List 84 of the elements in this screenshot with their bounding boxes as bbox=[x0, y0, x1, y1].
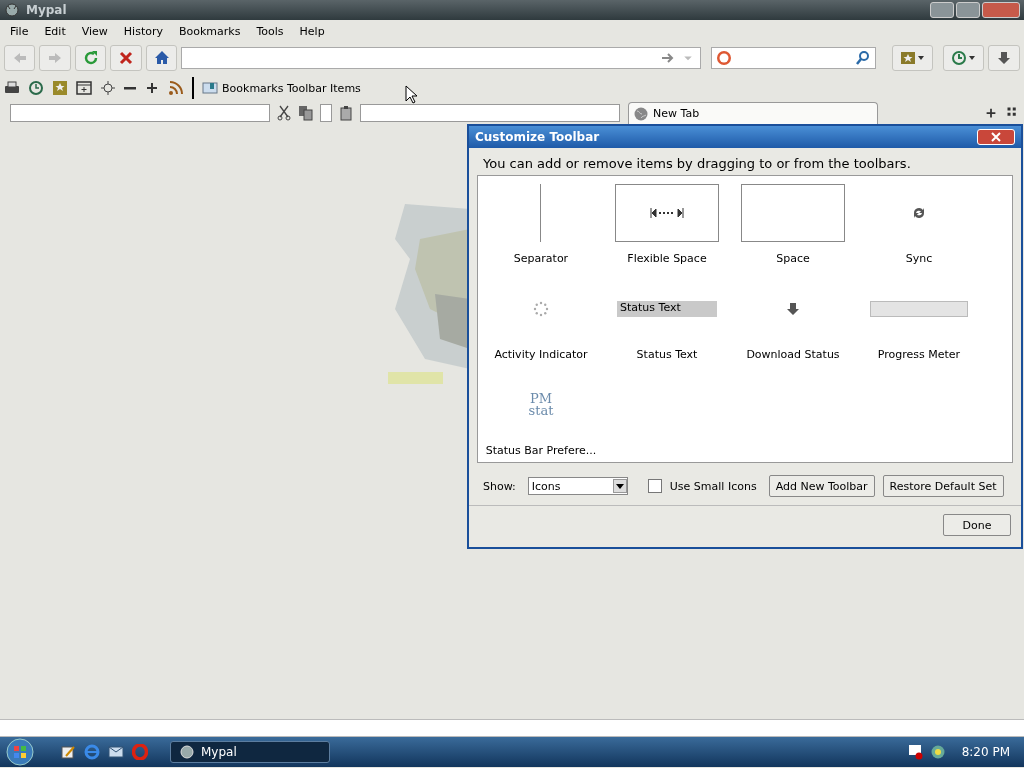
text-field[interactable] bbox=[10, 104, 270, 122]
bookmarks-toolbar-label[interactable]: Bookmarks Toolbar Items bbox=[222, 81, 361, 95]
instruction-text: You can add or remove items by dragging to or from the toolbars. bbox=[482, 155, 912, 173]
reload-icon bbox=[82, 50, 99, 66]
spinner-icon bbox=[533, 301, 549, 317]
home-button[interactable] bbox=[145, 45, 178, 71]
cursor-icon bbox=[404, 85, 419, 105]
show-label: Show: bbox=[483, 479, 516, 493]
reload-button[interactable] bbox=[74, 45, 107, 71]
taskbar-button[interactable]: Mypal bbox=[170, 741, 330, 763]
close-button[interactable] bbox=[982, 2, 1020, 18]
toolbar-action-button[interactable]: Add New Toolbar bbox=[768, 475, 875, 497]
caret-icon bbox=[615, 483, 624, 489]
mail-icon bbox=[108, 744, 124, 760]
done-button[interactable]: Done bbox=[943, 514, 1011, 536]
notepad-icon bbox=[60, 744, 76, 760]
browser-tab[interactable]: New Tab bbox=[628, 102, 878, 124]
palette-item-label[interactable]: Status Text bbox=[636, 348, 698, 361]
menu-item[interactable]: Tools bbox=[248, 24, 292, 38]
bookmark-icon bbox=[202, 80, 218, 96]
sync-icon bbox=[911, 205, 927, 221]
palette-item-label[interactable]: Separator bbox=[513, 252, 569, 265]
text-field[interactable] bbox=[360, 104, 620, 122]
palette-item-label[interactable]: Status Bar Prefere... bbox=[485, 444, 597, 457]
palette-item-label[interactable]: Sync bbox=[905, 252, 933, 265]
clock: 8:20 PM bbox=[961, 745, 1010, 759]
separator-preview bbox=[540, 184, 542, 242]
palette-item-label[interactable]: Flexible Space bbox=[627, 252, 707, 265]
toolbar-action-button[interactable]: Restore Default Set bbox=[882, 475, 1004, 497]
search-field[interactable] bbox=[710, 47, 876, 69]
forward-button[interactable] bbox=[39, 45, 71, 71]
flexible-space-icon bbox=[650, 207, 684, 219]
address-field[interactable] bbox=[181, 47, 701, 69]
stop-icon bbox=[118, 50, 135, 66]
fullscreen-icon bbox=[100, 80, 116, 96]
minimize-button[interactable] bbox=[930, 2, 954, 18]
status-text-preview: Status Text bbox=[617, 301, 717, 317]
downloads-icon bbox=[996, 50, 1013, 66]
tab-grid-icon bbox=[1006, 106, 1018, 118]
text-field[interactable] bbox=[320, 104, 332, 122]
show-dropdown[interactable]: Icons bbox=[527, 477, 628, 495]
rss-feed-icon bbox=[168, 80, 184, 96]
globe-icon bbox=[633, 105, 649, 122]
menu-item[interactable]: View bbox=[73, 24, 116, 38]
palette-item-label[interactable]: Activity Indicator bbox=[494, 348, 588, 361]
printer-icon bbox=[4, 80, 20, 96]
tray-app-icon bbox=[929, 744, 946, 760]
palette-item-label[interactable]: Download Status bbox=[746, 348, 840, 361]
zoom-out-icon bbox=[124, 86, 136, 90]
palette-item-label[interactable]: Space bbox=[776, 252, 810, 265]
close-icon bbox=[991, 132, 1001, 142]
stop-button[interactable] bbox=[110, 45, 142, 71]
download-arrow-icon bbox=[785, 301, 801, 317]
downloads-button[interactable] bbox=[988, 45, 1020, 71]
palette-item-label[interactable]: Progress Meter bbox=[877, 348, 961, 361]
clock-icon bbox=[28, 80, 44, 96]
bookmarks-button[interactable] bbox=[891, 45, 934, 71]
start-orb-icon bbox=[6, 738, 34, 766]
home-icon bbox=[153, 50, 170, 66]
zoom-in-icon bbox=[144, 80, 160, 96]
search-icon bbox=[854, 50, 871, 66]
copy-icon bbox=[298, 105, 314, 121]
history-button[interactable] bbox=[943, 45, 985, 71]
calendar-tray-icon bbox=[907, 744, 924, 760]
star-folder-icon bbox=[899, 50, 926, 66]
menu-item[interactable]: History bbox=[115, 24, 171, 38]
menu-item[interactable]: Help bbox=[291, 24, 333, 38]
menu-item[interactable]: Bookmarks bbox=[171, 24, 249, 38]
checkbox-label: Use Small Icons bbox=[669, 479, 757, 493]
dialog-title: Customize Toolbar bbox=[475, 130, 600, 144]
preview-text: PM bbox=[528, 393, 554, 405]
clipboard-icon bbox=[338, 105, 354, 121]
new-window-icon bbox=[76, 80, 92, 96]
window-title: Mypal bbox=[26, 3, 67, 17]
cut-icon bbox=[276, 105, 292, 121]
new-tab-plus-icon bbox=[984, 106, 998, 120]
menu-item[interactable]: Edit bbox=[36, 24, 74, 38]
small-icons-checkbox[interactable] bbox=[647, 479, 662, 493]
star-folder-icon bbox=[52, 80, 68, 96]
back-button[interactable] bbox=[4, 45, 36, 71]
menu-item[interactable]: File bbox=[2, 24, 37, 38]
preview-text: stat bbox=[528, 405, 554, 417]
maximize-button[interactable] bbox=[956, 2, 980, 18]
clock-icon bbox=[950, 50, 977, 66]
